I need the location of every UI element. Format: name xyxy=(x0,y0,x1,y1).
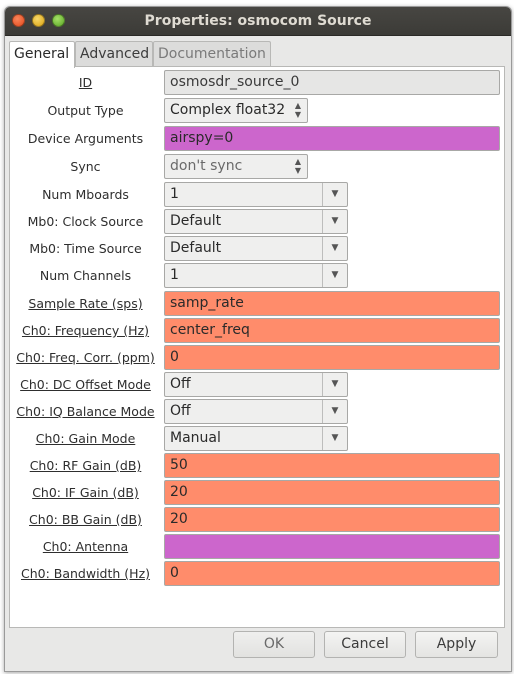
bandwidth-field[interactable]: 0 xyxy=(164,561,500,586)
tab-documentation[interactable]: Documentation xyxy=(153,41,271,66)
param-row-sample-rate: Sample Rate (sps) samp_rate xyxy=(10,291,504,316)
param-label-if-gain: Ch0: IF Gain (dB) xyxy=(32,485,139,500)
param-label-id: ID xyxy=(78,75,93,90)
title-bar[interactable]: Properties: osmocom Source xyxy=(5,7,511,36)
clock-source-combo[interactable]: Default ▼ xyxy=(164,209,348,234)
dropdown-arrow-icon[interactable]: ▼ xyxy=(322,183,347,206)
sync-value: don't sync xyxy=(170,158,243,174)
param-label-sync: Sync xyxy=(70,159,101,174)
cancel-button[interactable]: Cancel xyxy=(324,631,406,658)
general-panel: ID osmosdr_source_0 Output Type Complex … xyxy=(9,66,505,628)
param-row-output-type: Output Type Complex float32 ▲ ▼ xyxy=(10,98,504,123)
param-label-sample-rate: Sample Rate (sps) xyxy=(28,296,143,311)
param-label-output-type: Output Type xyxy=(47,103,124,118)
bb-gain-field[interactable]: 20 xyxy=(164,507,500,532)
param-label-device-args: Device Arguments xyxy=(27,131,144,146)
param-row-frequency: Ch0: Frequency (Hz) center_freq xyxy=(10,318,504,343)
param-row-freq-corr: Ch0: Freq. Corr. (ppm) 0 xyxy=(10,345,504,370)
param-label-bandwidth: Ch0: Bandwidth (Hz) xyxy=(20,566,151,581)
dropdown-arrow-icon[interactable]: ▼ xyxy=(322,237,347,260)
param-row-dc-offset: Ch0: DC Offset Mode Off ▼ xyxy=(10,372,504,397)
if-gain-field[interactable]: 20 xyxy=(164,480,500,505)
device-arguments-field[interactable]: airspy=0 xyxy=(164,126,500,151)
dropdown-arrow-icon[interactable]: ▼ xyxy=(322,210,347,233)
param-label-iq-balance: Ch0: IQ Balance Mode xyxy=(16,404,155,419)
param-label-rf-gain: Ch0: RF Gain (dB) xyxy=(29,458,142,473)
apply-button[interactable]: Apply xyxy=(415,631,498,658)
param-row-device-args: Device Arguments airspy=0 xyxy=(10,126,504,151)
param-row-if-gain: Ch0: IF Gain (dB) 20 xyxy=(10,480,504,505)
param-row-iq-balance: Ch0: IQ Balance Mode Off ▼ xyxy=(10,399,504,424)
num-channels-combo[interactable]: 1 ▼ xyxy=(164,263,348,288)
num-channels-value: 1 xyxy=(170,267,179,283)
sample-rate-field[interactable]: samp_rate xyxy=(164,291,500,316)
param-row-bandwidth: Ch0: Bandwidth (Hz) 0 xyxy=(10,561,504,586)
freq-corr-field[interactable]: 0 xyxy=(164,345,500,370)
param-row-num-mboards: Num Mboards 1 ▼ xyxy=(10,182,504,207)
iq-balance-combo[interactable]: Off ▼ xyxy=(164,399,348,424)
updown-arrows-icon: ▲ ▼ xyxy=(294,157,302,175)
param-row-bb-gain: Ch0: BB Gain (dB) 20 xyxy=(10,507,504,532)
num-mboards-combo[interactable]: 1 ▼ xyxy=(164,182,348,207)
param-label-freq-corr: Ch0: Freq. Corr. (ppm) xyxy=(16,350,155,365)
param-row-antenna: Ch0: Antenna xyxy=(10,534,504,559)
time-source-value: Default xyxy=(170,240,222,256)
iq-balance-value: Off xyxy=(170,403,191,419)
param-row-gain-mode: Ch0: Gain Mode Manual ▼ xyxy=(10,426,504,451)
param-label-num-channels: Num Channels xyxy=(39,268,132,283)
output-type-value: Complex float32 xyxy=(170,102,286,118)
param-row-clock-source: Mb0: Clock Source Default ▼ xyxy=(10,209,504,234)
param-row-time-source: Mb0: Time Source Default ▼ xyxy=(10,236,504,261)
output-type-select[interactable]: Complex float32 ▲ ▼ xyxy=(164,98,308,123)
tab-bar: General Advanced Documentation xyxy=(9,41,507,68)
ok-button[interactable]: OK xyxy=(233,631,315,658)
sync-select[interactable]: don't sync ▲ ▼ xyxy=(164,154,308,179)
id-field[interactable]: osmosdr_source_0 xyxy=(164,70,500,95)
dropdown-arrow-icon[interactable]: ▼ xyxy=(322,427,347,450)
tab-general[interactable]: General xyxy=(9,41,75,68)
param-row-rf-gain: Ch0: RF Gain (dB) 50 xyxy=(10,453,504,478)
properties-dialog: Properties: osmocom Source General Advan… xyxy=(4,6,512,672)
window-title: Properties: osmocom Source xyxy=(144,13,372,29)
param-label-antenna: Ch0: Antenna xyxy=(42,539,129,554)
dropdown-arrow-icon[interactable]: ▼ xyxy=(322,400,347,423)
frequency-field[interactable]: center_freq xyxy=(164,318,500,343)
num-mboards-value: 1 xyxy=(170,186,179,202)
time-source-combo[interactable]: Default ▼ xyxy=(164,236,348,261)
antenna-field[interactable] xyxy=(164,534,500,559)
param-row-num-channels: Num Channels 1 ▼ xyxy=(10,263,504,288)
param-label-dc-offset: Ch0: DC Offset Mode xyxy=(20,377,151,392)
dropdown-arrow-icon[interactable]: ▼ xyxy=(322,373,347,396)
param-row-sync: Sync don't sync ▲ ▼ xyxy=(10,154,504,179)
param-label-frequency: Ch0: Frequency (Hz) xyxy=(21,323,150,338)
param-label-num-mboards: Num Mboards xyxy=(42,187,129,202)
gain-mode-combo[interactable]: Manual ▼ xyxy=(164,426,348,451)
dc-offset-value: Off xyxy=(170,376,191,392)
param-label-clock-source: Mb0: Clock Source xyxy=(27,214,144,229)
tab-advanced[interactable]: Advanced xyxy=(75,41,153,66)
param-row-id: ID osmosdr_source_0 xyxy=(10,70,504,95)
param-label-gain-mode: Ch0: Gain Mode xyxy=(35,431,136,446)
clock-source-value: Default xyxy=(170,213,222,229)
rf-gain-field[interactable]: 50 xyxy=(164,453,500,478)
param-label-time-source: Mb0: Time Source xyxy=(29,241,142,256)
param-label-bb-gain: Ch0: BB Gain (dB) xyxy=(29,512,142,527)
dc-offset-combo[interactable]: Off ▼ xyxy=(164,372,348,397)
gain-mode-value: Manual xyxy=(170,430,221,446)
dropdown-arrow-icon[interactable]: ▼ xyxy=(322,264,347,287)
updown-arrows-icon: ▲ ▼ xyxy=(294,101,302,119)
